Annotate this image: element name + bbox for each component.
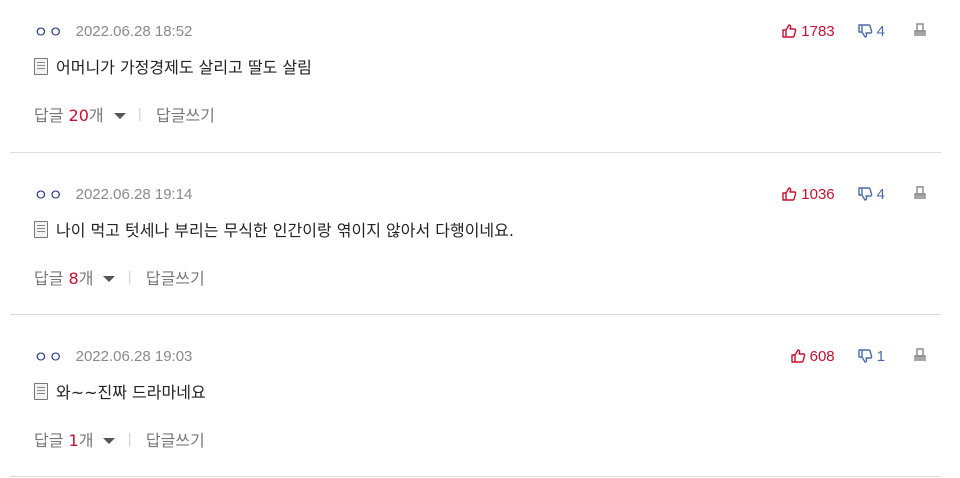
like-button[interactable]: 1036 [781,185,835,203]
reply-toggle[interactable]: 답글 8개 [34,265,93,289]
reply-toggle[interactable]: 답글 20개 [34,102,104,126]
report-button[interactable] [913,185,927,204]
thumbs-down-icon [857,186,873,202]
reply-count: 8 [68,269,79,288]
comment-actions: 1036 4 [781,183,927,205]
separator: | [137,106,143,122]
comment-item: ㅇㅇ 2022.06.28 19:03 와~~진짜 드라마네요 답글 1개 | … [10,315,941,477]
comment-body: 와~~진짜 드라마네요 [34,379,206,403]
report-button[interactable] [913,22,927,41]
thumbs-up-icon [781,186,797,202]
reply-count-unit: 개 [78,431,94,450]
like-count: 608 [809,347,835,365]
comment-text: 나이 먹고 텃세나 부리는 무식한 인간이랑 엮이지 않아서 다행이네요. [56,221,514,240]
comment-author[interactable]: ㅇㅇ [34,21,64,42]
reply-count: 1 [68,431,79,450]
report-icon [913,347,927,366]
comment-date: 2022.06.28 19:14 [75,185,193,203]
thumbs-up-icon [790,348,806,364]
thumbs-down-icon [857,348,873,364]
report-button[interactable] [913,347,927,366]
separator: | [127,269,132,285]
comment-actions: 608 1 [790,345,927,367]
reply-count: 20 [68,106,89,125]
thumbs-up-icon [781,23,797,39]
document-icon [34,382,48,400]
comment-date: 2022.06.28 19:03 [75,347,193,365]
thumbs-down-icon [857,23,873,39]
caret-down-icon[interactable] [103,437,116,444]
comment-author[interactable]: ㅇㅇ [34,346,64,367]
reply-toggle[interactable]: 답글 1개 [34,427,93,451]
dislike-count: 4 [876,185,885,203]
dislike-button[interactable]: 1 [857,348,885,365]
reply-label: 답글 [34,431,69,450]
comment-header: ㅇㅇ 2022.06.28 19:03 [34,345,192,367]
write-reply-button[interactable]: 답글쓰기 [156,102,215,126]
comment-author[interactable]: ㅇㅇ [34,184,64,205]
document-icon [34,220,48,238]
write-reply-button[interactable]: 답글쓰기 [146,265,205,289]
caret-down-icon[interactable] [103,275,116,282]
reply-label: 답글 [34,106,69,125]
caret-down-icon[interactable] [113,112,126,119]
separator: | [127,431,132,447]
like-count: 1036 [801,185,835,203]
reply-count-unit: 개 [78,269,94,288]
comment-text: 어머니가 가정경제도 살리고 딸도 살림 [56,58,312,77]
comment-body: 나이 먹고 텃세나 부리는 무식한 인간이랑 엮이지 않아서 다행이네요. [34,217,514,241]
comment-item: ㅇㅇ 2022.06.28 19:14 나이 먹고 텃세나 부리는 무식한 인간… [10,153,941,315]
like-button[interactable]: 1783 [781,22,835,40]
reply-count-unit: 개 [88,106,104,125]
comment-header: ㅇㅇ 2022.06.28 19:14 [34,183,192,205]
comment-item: ㅇㅇ 2022.06.28 18:52 어머니가 가정경제도 살리고 딸도 살림… [10,0,941,153]
reply-controls: 답글 1개 | 답글쓰기 [34,427,205,451]
reply-label: 답글 [34,269,69,288]
comment-header: ㅇㅇ 2022.06.28 18:52 [34,20,192,42]
reply-controls: 답글 8개 | 답글쓰기 [34,265,205,289]
dislike-count: 4 [876,22,885,40]
reply-controls: 답글 20개 | 답글쓰기 [34,102,215,126]
comment-body: 어머니가 가정경제도 살리고 딸도 살림 [34,54,312,78]
write-reply-button[interactable]: 답글쓰기 [146,427,205,451]
comment-text: 와~~진짜 드라마네요 [56,383,206,402]
comment-date: 2022.06.28 18:52 [75,22,193,40]
dislike-button[interactable]: 4 [857,23,885,40]
dislike-count: 1 [876,347,885,365]
dislike-button[interactable]: 4 [857,186,885,203]
report-icon [913,185,927,204]
like-button[interactable]: 608 [790,348,835,365]
like-count: 1783 [801,22,835,40]
document-icon [34,57,48,75]
report-icon [913,22,927,41]
comment-actions: 1783 4 [781,20,927,42]
